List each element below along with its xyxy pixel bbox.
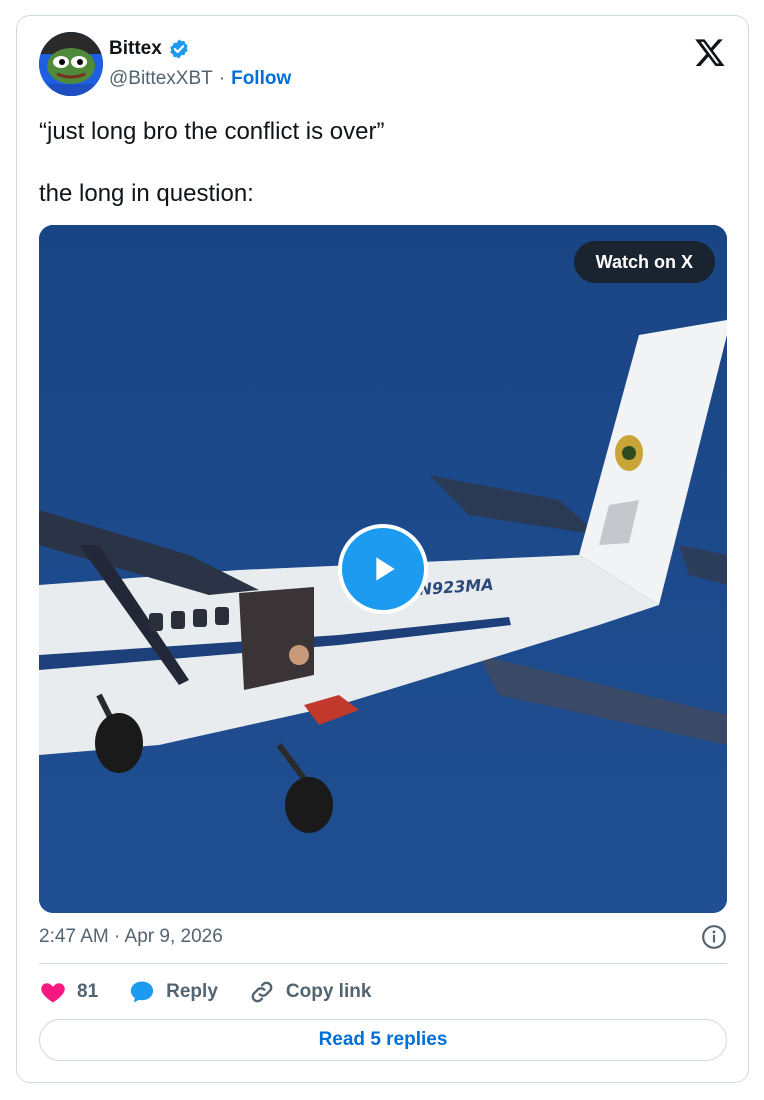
reply-label: Reply: [166, 981, 218, 1002]
watch-on-x-button[interactable]: Watch on X: [573, 241, 715, 283]
copy-link-button[interactable]: Copy link: [248, 978, 372, 1006]
tweet-meta-row: 2:47 AM · Apr 9, 2026: [39, 924, 727, 950]
reply-bubble-icon: [131, 981, 154, 1003]
action-bar: 81 Reply Copy link: [39, 977, 401, 1007]
follow-button[interactable]: Follow: [231, 68, 291, 90]
play-icon: [376, 557, 395, 581]
x-logo-icon[interactable]: [694, 36, 726, 68]
video-player[interactable]: N923MA Watch on X: [39, 225, 727, 913]
heart-icon: [41, 983, 65, 1003]
divider: [39, 963, 727, 964]
like-button[interactable]: 81: [39, 978, 98, 1006]
avatar[interactable]: [39, 32, 103, 96]
copy-link-label: Copy link: [285, 981, 372, 1002]
avatar-image: [39, 32, 103, 96]
reply-button[interactable]: Reply: [128, 978, 218, 1006]
like-count: 81: [77, 981, 99, 1002]
author-handle-row: @BittexXBT · Follow: [109, 68, 291, 90]
author-name-row: Bittex: [109, 38, 190, 60]
verified-badge-icon: [170, 39, 188, 59]
tweet-line-2: the long in question:: [39, 180, 254, 207]
tweet-card: Bittex @BittexXBT · Follow “just long br…: [16, 15, 749, 1083]
link-icon: [251, 981, 273, 1003]
author-handle[interactable]: @BittexXBT: [109, 68, 213, 90]
author-name[interactable]: Bittex: [109, 38, 162, 60]
timestamp[interactable]: 2:47 AM · Apr 9, 2026: [39, 926, 223, 948]
info-icon[interactable]: [701, 924, 727, 950]
tweet-text: “just long bro the conflict is over” the…: [39, 116, 729, 209]
separator-dot: ·: [218, 68, 226, 89]
tweet-line-1: “just long bro the conflict is over”: [39, 118, 385, 145]
read-replies-button[interactable]: Read 5 replies: [39, 1019, 727, 1061]
play-button[interactable]: [338, 524, 428, 614]
